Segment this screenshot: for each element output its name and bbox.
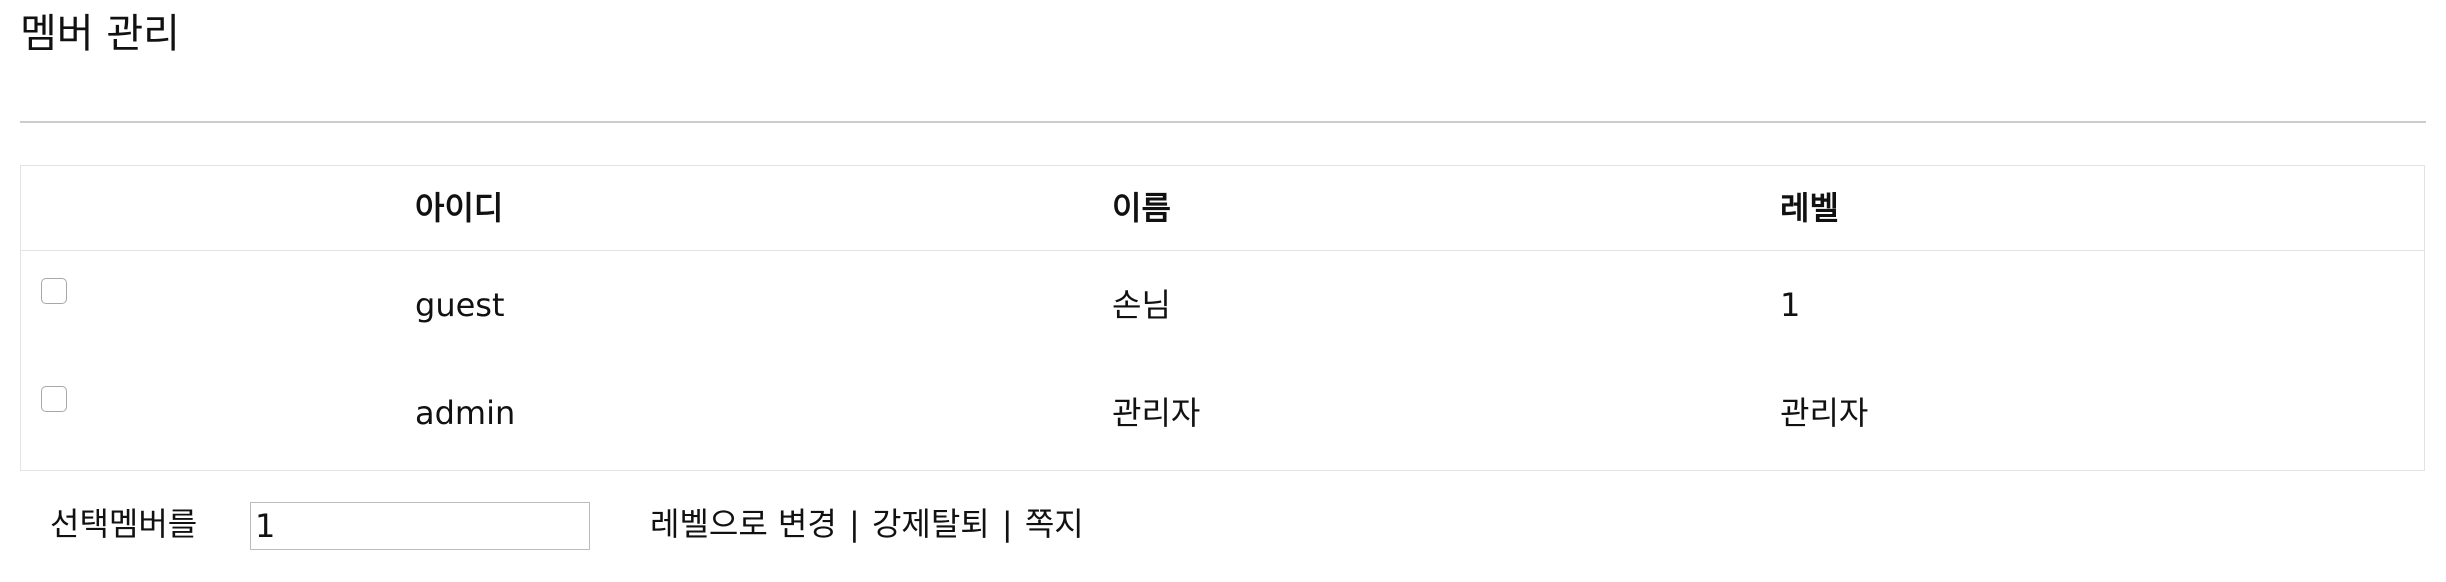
page-title: 멤버 관리 <box>20 11 180 57</box>
row-select-checkbox[interactable] <box>41 386 67 412</box>
separator: | <box>1001 505 1013 543</box>
row-select-checkbox[interactable] <box>41 278 67 304</box>
column-header-level: 레벨 <box>1780 189 1839 227</box>
title-divider <box>20 121 2426 123</box>
member-level: 1 <box>1780 286 1801 324</box>
column-header-id: 아이디 <box>415 189 504 227</box>
bulk-action-bar: 선택멤버를 레벨으로 변경 | 강제탈퇴 | 쪽지 <box>20 490 2426 560</box>
force-withdraw-link[interactable]: 강제탈퇴 <box>872 505 990 543</box>
change-level-link[interactable]: 레벨으로 변경 <box>650 505 837 543</box>
selected-members-label: 선택멤버를 <box>50 505 198 543</box>
member-name: 손님 <box>1112 286 1171 324</box>
column-header-name: 이름 <box>1112 189 1171 227</box>
member-table: 아이디 이름 레벨 guest 손님 1 admin 관리자 관리자 <box>20 165 2425 471</box>
member-level: 관리자 <box>1780 394 1869 432</box>
separator: | <box>848 505 860 543</box>
table-header: 아이디 이름 레벨 <box>21 166 2424 251</box>
member-id: admin <box>415 394 516 432</box>
table-row: guest 손님 1 <box>21 251 2424 359</box>
table-row: admin 관리자 관리자 <box>21 359 2424 467</box>
member-id: guest <box>415 286 505 324</box>
level-input[interactable] <box>250 502 590 550</box>
member-name: 관리자 <box>1112 394 1201 432</box>
send-message-link[interactable]: 쪽지 <box>1025 505 1084 543</box>
action-links: 레벨으로 변경 | 강제탈퇴 | 쪽지 <box>650 508 1084 540</box>
